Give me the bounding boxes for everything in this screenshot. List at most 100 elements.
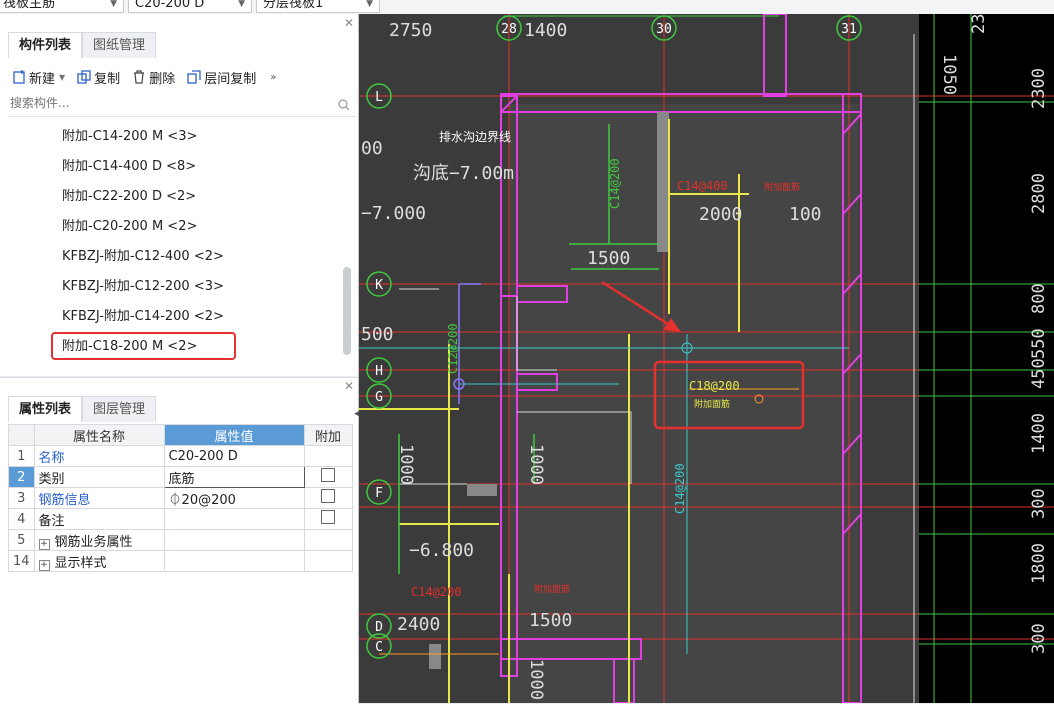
extra-checkbox[interactable] (321, 468, 336, 482)
extra-checkbox[interactable] (321, 510, 336, 524)
dim-text: 300 (1029, 623, 1049, 654)
cad-canvas[interactable]: 28 30 31 L K H G F D C 2750 1400 2000 10… (359, 14, 1054, 703)
list-item[interactable]: KFBZJ-附加-C12-200 <3> (62, 277, 224, 297)
more-icon[interactable]: » (270, 72, 276, 83)
dim-text: 2800 (1029, 173, 1049, 214)
list-item[interactable]: 附加-C14-400 D <8> (62, 157, 196, 177)
list-item[interactable]: KFBZJ-附加-C14-200 <2> (62, 307, 224, 327)
rebar-tag: 附加面筋 (764, 181, 800, 193)
tab-component-list[interactable]: 构件列表 (8, 32, 83, 58)
axis-number: 30 (656, 22, 672, 37)
prop-name: 钢筋业务属性 (54, 534, 133, 550)
list-item[interactable]: 附加-C14-200 M <3> (62, 127, 197, 147)
row-number: 5 (8, 529, 35, 551)
dim-text: 2750 (389, 20, 432, 41)
prop-extra (303, 529, 353, 551)
copy-button[interactable]: 复制 (77, 68, 120, 87)
rebar-label: C14@400 (677, 179, 728, 193)
expand-icon[interactable]: + (38, 538, 50, 550)
prop-name: 名称 (33, 445, 165, 467)
axis-letter: K (375, 278, 383, 293)
layer-dropdown[interactable]: 分层筏板1 ▼ (256, 0, 380, 13)
dim-text: 2400 (397, 614, 440, 635)
prop-value[interactable]: ⏀20@200 (163, 487, 305, 509)
prop-extra (303, 466, 353, 488)
search-icon[interactable] (338, 99, 350, 111)
row-number: 3 (8, 487, 35, 509)
list-item[interactable]: 附加-C20-200 M <2> (62, 217, 197, 237)
table-row[interactable]: 2 类别 底筋 (8, 466, 353, 488)
dim-text: 1500 (587, 248, 630, 269)
chevron-down-icon: ▼ (238, 0, 245, 9)
selection-highlight (51, 332, 236, 360)
prop-extra (303, 550, 353, 572)
list-item[interactable]: 附加-C22-200 D <2> (62, 187, 196, 207)
prop-value[interactable] (163, 508, 305, 530)
table-header: 属性名称 属性值 附加 (8, 424, 353, 446)
property-tabs: 属性列表 图层管理 (8, 396, 157, 422)
prop-name-group: + 钢筋业务属性 (33, 529, 165, 551)
dim-text: 00 (361, 138, 383, 159)
prop-value (163, 529, 305, 551)
header-extra: 附加 (303, 424, 353, 446)
dim-text: 2300 (1029, 68, 1049, 109)
search-input[interactable] (8, 94, 322, 112)
floor-copy-label: 层间复制 (204, 71, 257, 87)
header-value: 属性值 (163, 424, 305, 446)
row-number: 1 (8, 445, 35, 467)
table-row[interactable]: 1 名称 C20-200 D (8, 445, 353, 467)
close-icon[interactable]: ✕ (344, 379, 354, 393)
category-dropdown[interactable]: 筏板主筋 ▼ (0, 0, 124, 13)
prop-name: 钢筋信息 (33, 487, 165, 509)
tab-drawing-management[interactable]: 图纸管理 (82, 32, 157, 58)
expand-icon[interactable]: + (38, 559, 50, 571)
row-number: 2 (8, 466, 35, 488)
rebar-label: C18@200 (689, 379, 740, 393)
prop-extra (303, 487, 353, 509)
property-table: 属性名称 属性值 附加 1 名称 C20-200 D 2 类别 底筋 3 钢筋信… (8, 424, 353, 572)
tab-layer-management[interactable]: 图层管理 (82, 396, 157, 422)
floor-copy-icon (187, 70, 201, 84)
dim-text: 1000 (526, 659, 546, 700)
rebar-tag: 附加面筋 (694, 398, 730, 410)
component-dropdown[interactable]: C20-200 D ▼ (128, 0, 252, 13)
component-toolbar: 新建 ▼ 复制 删除 层间复制 » (0, 62, 358, 92)
prop-name-group: + 显示样式 (33, 550, 165, 572)
rebar-label: C14@200 (673, 463, 687, 514)
dim-text: 300 (1029, 488, 1049, 519)
dim-text: 800 (1029, 283, 1049, 314)
dim-text: 1800 (1029, 543, 1049, 584)
prop-value[interactable]: C20-200 D (163, 445, 305, 467)
dim-text: −6.800 (409, 540, 474, 561)
dim-text: 1500 (529, 610, 572, 631)
axis-letter: H (375, 364, 383, 379)
list-scrollbar[interactable] (343, 267, 351, 355)
dim-text: 1000 (396, 444, 416, 485)
rebar-tag: 附加面筋 (534, 583, 570, 595)
tab-property-list[interactable]: 属性列表 (8, 396, 83, 422)
table-row[interactable]: 3 钢筋信息 ⏀20@200 (8, 487, 353, 509)
top-toolbar: 筏板主筋 ▼ C20-200 D ▼ 分层筏板1 ▼ (0, 0, 1054, 14)
table-row[interactable]: 5 + 钢筋业务属性 (8, 529, 353, 551)
delete-button[interactable]: 删除 (132, 68, 175, 87)
dim-text: 1400 (1029, 413, 1049, 454)
row-number: 14 (8, 550, 35, 572)
rebar-label: C14@200 (608, 158, 622, 209)
delete-label: 删除 (149, 71, 176, 87)
table-row[interactable]: 4 备注 (8, 508, 353, 530)
dim-text: −7.000 (361, 203, 426, 224)
list-item[interactable]: KFBZJ-附加-C12-400 <2> (62, 247, 224, 267)
table-row[interactable]: 14 + 显示样式 (8, 550, 353, 572)
close-icon[interactable]: ✕ (344, 16, 354, 30)
extra-checkbox[interactable] (321, 489, 336, 503)
prop-extra (303, 508, 353, 530)
floor-copy-button[interactable]: 层间复制 (187, 68, 256, 87)
axis-letter: L (375, 90, 383, 105)
axis-letter: C (375, 640, 383, 655)
new-label: 新建 (29, 71, 56, 87)
prop-name: 显示样式 (54, 555, 107, 571)
annotation: 排水沟边界线 (439, 130, 511, 144)
prop-value-editor[interactable]: 底筋 (163, 466, 305, 488)
header-num (8, 424, 35, 446)
new-button[interactable]: 新建 ▼ (12, 68, 65, 87)
